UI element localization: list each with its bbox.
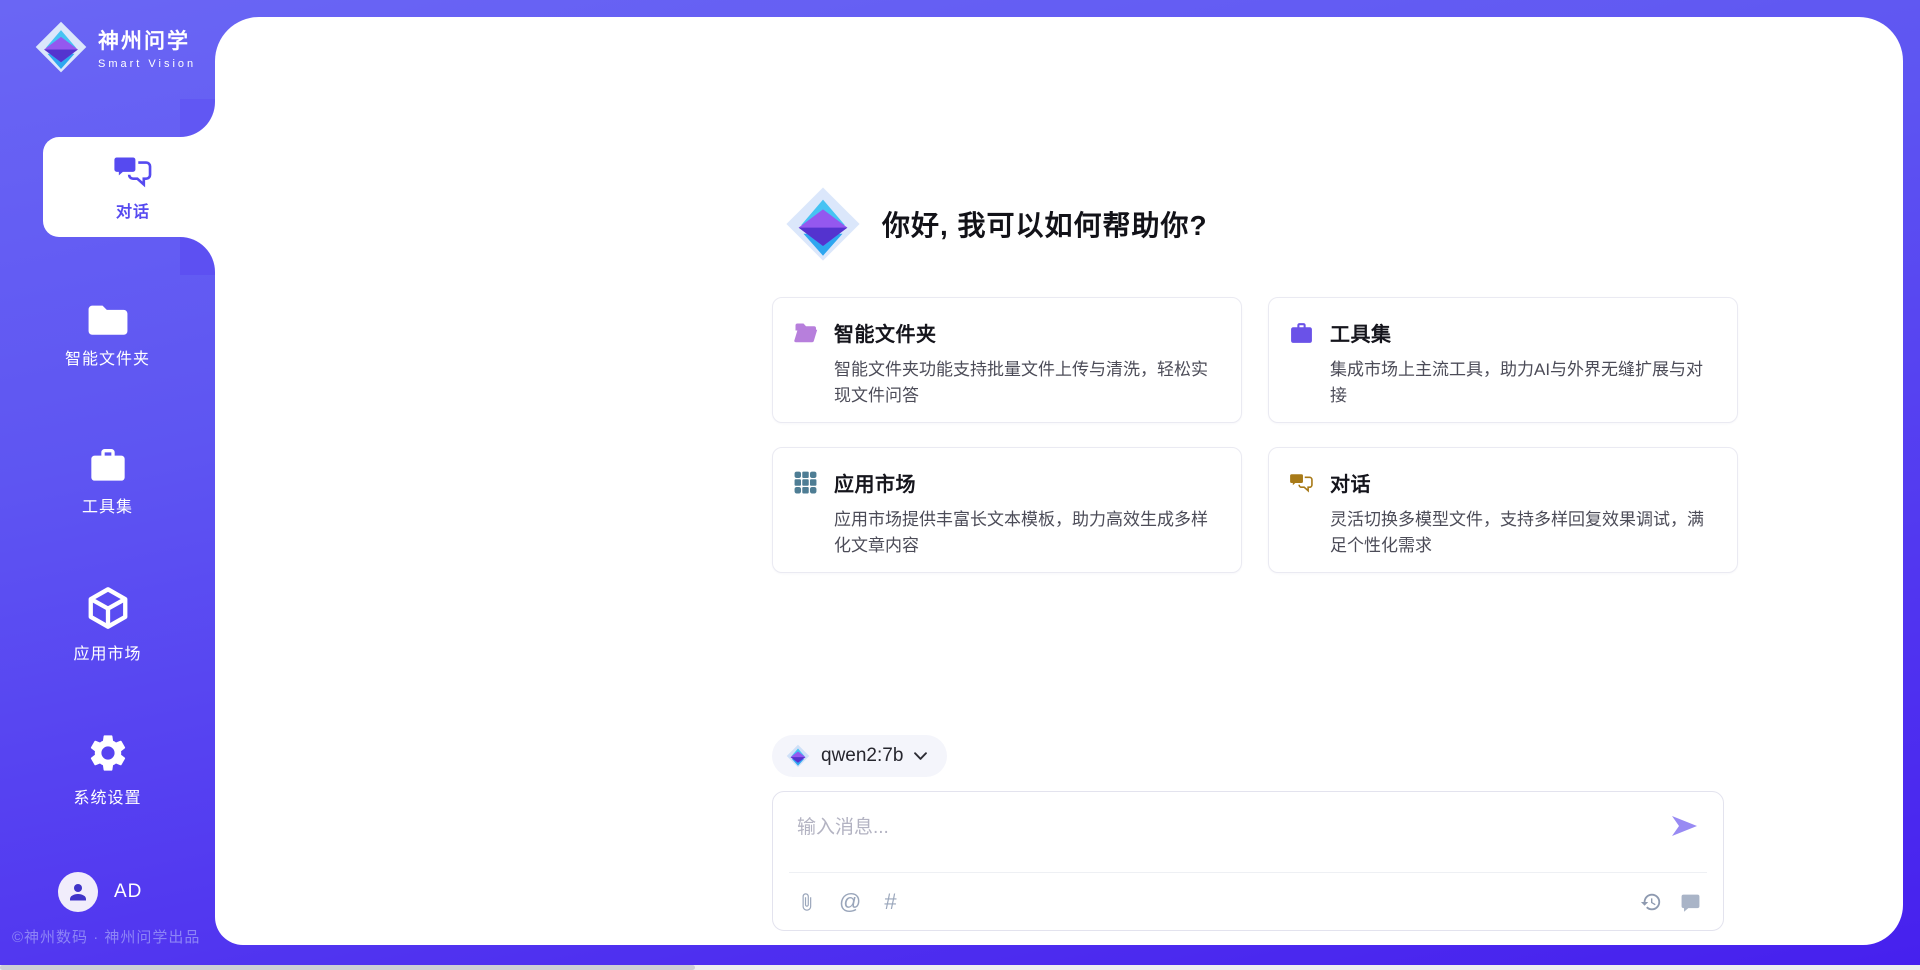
brand-diamond-icon: [34, 20, 88, 74]
sidebar-item-toolbox[interactable]: 工具集: [0, 430, 215, 530]
brand-text: 神州问学 Smart Vision: [98, 25, 196, 70]
sidebar-item-label: 智能文件夹: [65, 345, 150, 369]
card-title: 智能文件夹: [834, 318, 937, 347]
composer: @ #: [772, 791, 1724, 931]
folder-open-icon: [793, 320, 818, 345]
brand-diamond-icon: [786, 744, 810, 768]
attach-file-button[interactable]: [797, 890, 816, 914]
history-icon: [1640, 891, 1662, 913]
card-description: 灵活切换多模型文件，支持多样回复效果调试，满足个性化需求: [1330, 507, 1715, 560]
tab-curve-top: [180, 99, 215, 137]
sidebar-footer: ©神州数码 · 神州问学出品: [12, 926, 212, 947]
send-button[interactable]: [1669, 814, 1699, 838]
card-description: 应用市场提供丰富长文本模板，助力高效生成多样化文章内容: [834, 507, 1219, 560]
card-title: 对话: [1330, 468, 1371, 497]
chat-bubbles-icon: [1289, 470, 1314, 495]
main-panel: 你好, 我可以如何帮助你? 智能文件夹 智能文件夹功能支持批量文件上传与清洗，轻…: [215, 17, 1903, 945]
card-description: 智能文件夹功能支持批量文件上传与清洗，轻松实现文件问答: [834, 357, 1219, 410]
brand-name: 神州问学: [98, 25, 196, 55]
message-input[interactable]: [783, 800, 1633, 866]
sidebar-item-settings[interactable]: 系统设置: [0, 719, 215, 819]
at-mention-button[interactable]: @: [839, 891, 861, 913]
chevron-down-icon: [914, 752, 927, 761]
composer-toolbar: @ #: [797, 885, 1701, 919]
hash-icon: #: [884, 889, 896, 914]
card-chat[interactable]: 对话 灵活切换多模型文件，支持多样回复效果调试，满足个性化需求: [1268, 447, 1738, 573]
toolbox-icon: [87, 444, 129, 484]
composer-divider: [789, 872, 1707, 873]
model-name: qwen2:7b: [821, 745, 903, 767]
card-title: 应用市场: [834, 468, 916, 497]
paperclip-icon: [797, 890, 816, 914]
user-initials: AD: [114, 881, 142, 903]
model-selector[interactable]: qwen2:7b: [772, 735, 947, 777]
feature-cards: 智能文件夹 智能文件夹功能支持批量文件上传与清洗，轻松实现文件问答 工具集 集成…: [772, 297, 1738, 573]
hash-topic-button[interactable]: #: [884, 891, 896, 913]
user-profile[interactable]: AD: [58, 872, 142, 912]
apps-grid-icon: [793, 470, 818, 495]
card-smart-folder[interactable]: 智能文件夹 智能文件夹功能支持批量文件上传与清洗，轻松实现文件问答: [772, 297, 1242, 423]
new-chat-button[interactable]: [1680, 892, 1701, 913]
sidebar-item-label: 应用市场: [73, 640, 141, 664]
person-icon: [66, 880, 90, 904]
greeting: 你好, 我可以如何帮助你?: [784, 185, 1738, 263]
toolbox-icon: [1289, 320, 1314, 345]
card-app-market[interactable]: 应用市场 应用市场提供丰富长文本模板，助力高效生成多样化文章内容: [772, 447, 1242, 573]
sidebar-item-app-market[interactable]: 应用市场: [0, 574, 215, 674]
cube-icon: [85, 585, 131, 631]
tab-curve-bottom: [180, 237, 215, 275]
sidebar-item-label: 工具集: [82, 493, 133, 517]
sidebar: 神州问学 Smart Vision 对话 智能文件夹 工具集 应用市场: [0, 0, 215, 970]
folder-icon: [86, 302, 130, 336]
brand-diamond-icon: [784, 185, 862, 263]
chat-bubbles-icon: [112, 153, 154, 189]
brand-logo[interactable]: 神州问学 Smart Vision: [34, 20, 196, 74]
sidebar-item-chat[interactable]: 对话: [43, 137, 223, 237]
card-title: 工具集: [1330, 318, 1392, 347]
chat-square-icon: [1680, 892, 1701, 913]
horizontal-scrollbar-thumb[interactable]: [0, 965, 695, 970]
sidebar-item-label: 系统设置: [73, 784, 141, 808]
card-toolbox[interactable]: 工具集 集成市场上主流工具，助力AI与外界无缝扩展与对接: [1268, 297, 1738, 423]
card-description: 集成市场上主流工具，助力AI与外界无缝扩展与对接: [1330, 357, 1715, 410]
send-icon: [1669, 814, 1699, 838]
main-content: 你好, 我可以如何帮助你? 智能文件夹 智能文件夹功能支持批量文件上传与清洗，轻…: [772, 185, 1738, 931]
at-icon: @: [839, 889, 861, 914]
brand-subtitle: Smart Vision: [98, 58, 196, 70]
sidebar-item-smart-folder[interactable]: 智能文件夹: [0, 285, 215, 385]
horizontal-scrollbar-track: [0, 965, 1920, 970]
history-button[interactable]: [1640, 891, 1662, 913]
sidebar-item-label: 对话: [116, 198, 150, 222]
avatar: [58, 872, 98, 912]
greeting-title: 你好, 我可以如何帮助你?: [882, 204, 1208, 244]
gear-icon: [86, 731, 130, 775]
